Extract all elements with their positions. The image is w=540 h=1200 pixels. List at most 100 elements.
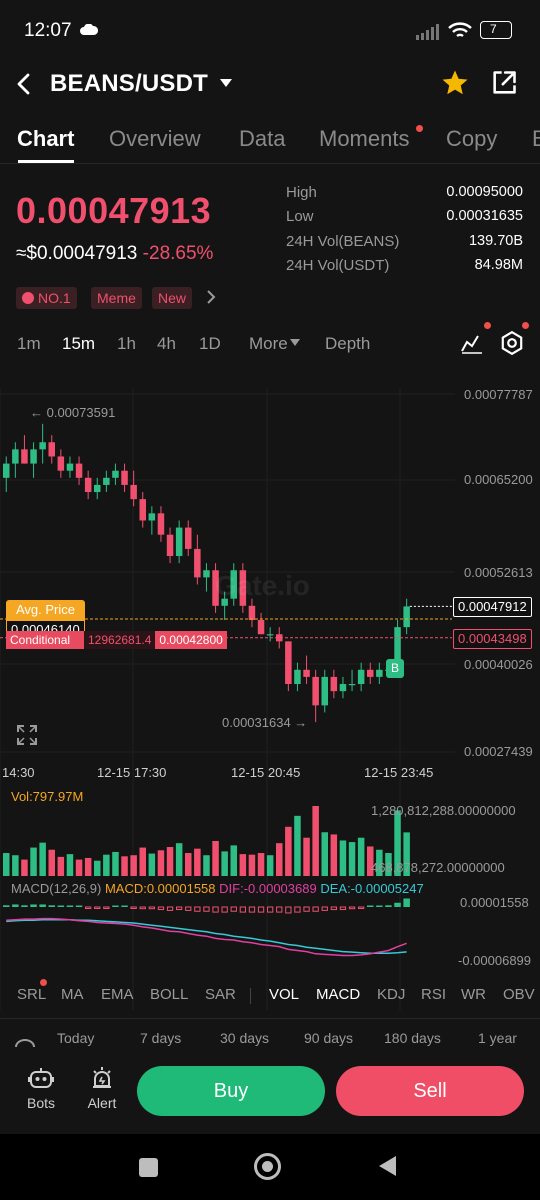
volume-max-tick: 1,280,812,288.00000000 (371, 803, 516, 818)
candle-body (166, 534, 174, 557)
share-icon[interactable] (490, 69, 518, 97)
timeframe-4h[interactable]: 4h (157, 334, 176, 354)
volume-bar (157, 850, 165, 876)
y-tick-1: 0.00065200 (464, 472, 533, 487)
pair-title[interactable]: BEANS/USDT (50, 70, 208, 98)
rank-icon (22, 292, 34, 304)
indicator-macd[interactable]: MACD (316, 986, 360, 1003)
macd-hist-bar (303, 906, 310, 912)
volume-bar (230, 845, 237, 876)
timeframe-more[interactable]: More (249, 334, 288, 354)
volume-bar (276, 843, 283, 876)
tab-bar: Chart Overview Data Moments Copy B (0, 120, 540, 164)
avg-price-tag[interactable]: Avg. Price (6, 600, 86, 620)
indicator-wr[interactable]: WR (461, 986, 486, 1003)
range-1-year[interactable]: 1 year (478, 1030, 517, 1046)
candle-body (12, 449, 19, 464)
range-today[interactable]: Today (57, 1030, 94, 1046)
buy-button[interactable]: Buy (137, 1066, 325, 1116)
indicator-obv[interactable]: OBV (503, 986, 535, 1003)
volume-bar (257, 853, 265, 876)
indicator-kdj[interactable]: KDJ (377, 986, 405, 1003)
timeframe-1m[interactable]: 1m (17, 334, 41, 354)
star-icon[interactable] (440, 68, 470, 98)
candle-body (194, 548, 201, 578)
candle-body (94, 484, 101, 493)
indicator-srl[interactable]: SRL (17, 986, 46, 1003)
candle-body (330, 676, 338, 692)
recents-icon[interactable] (139, 1158, 158, 1177)
macd-hist-bar (121, 905, 128, 907)
macd-hist-bar (57, 905, 65, 907)
back-arrow-icon[interactable] (14, 72, 34, 96)
macd-hist-bar (203, 906, 210, 912)
volume-bar (212, 841, 219, 876)
watermark: Gate.io (215, 570, 310, 601)
indicator-ema[interactable]: EMA (101, 986, 134, 1003)
rank-tag[interactable]: NO.1 (16, 287, 77, 309)
candle-body (130, 484, 137, 500)
candle-body (66, 463, 74, 471)
candle-body (39, 442, 46, 450)
indicator-vol[interactable]: VOL (269, 986, 299, 1003)
conditional-price-box: 0.00043498 (453, 629, 532, 649)
macd-hist-bar (339, 906, 347, 911)
depth-tab[interactable]: Depth (325, 334, 370, 354)
volume-bar (348, 842, 356, 876)
x-tick-2: 12-15 20:45 (231, 765, 301, 780)
candlestick-chart[interactable] (0, 378, 540, 1018)
meme-tag[interactable]: Meme (91, 287, 142, 309)
timeframe-1d[interactable]: 1D (199, 334, 221, 354)
range-30-days[interactable]: 30 days (220, 1030, 269, 1046)
macd-hist-bar (394, 902, 401, 907)
alert-icon (93, 1067, 111, 1088)
last-price: 0.00047913 (16, 190, 212, 231)
avg-price-label: Avg. Price (16, 602, 76, 617)
candle-body (403, 606, 410, 628)
macd-hist-bar (312, 906, 319, 912)
indicator-boll[interactable]: BOLL (150, 986, 188, 1003)
range-90-days[interactable]: 90 days (304, 1030, 353, 1046)
price-usd-row: ≈$0.00047913 -28.65% (16, 243, 213, 265)
range-180-days[interactable]: 180 days (384, 1030, 441, 1046)
volume-mid-tick: 468,878,272.00000000 (371, 860, 505, 875)
back-icon[interactable] (377, 1155, 397, 1177)
timeframe-15m[interactable]: 15m (62, 334, 95, 354)
tab-chart[interactable]: Chart (17, 126, 74, 152)
settings-icon[interactable] (499, 330, 525, 356)
sell-button[interactable]: Sell (336, 1066, 524, 1116)
tab-copy[interactable]: Copy (446, 126, 497, 152)
tab-more[interactable]: B (532, 126, 540, 152)
expand-icon[interactable] (17, 725, 37, 745)
caret-down-icon[interactable] (219, 78, 233, 88)
tab-moments[interactable]: Moments (319, 126, 409, 152)
settings-notification-dot (522, 322, 529, 329)
range-7-days[interactable]: 7 days (140, 1030, 181, 1046)
macd-hist-bar (358, 906, 365, 909)
tab-overview[interactable]: Overview (109, 126, 201, 152)
macd-hist-bar (348, 906, 356, 910)
indicator-rsi[interactable]: RSI (421, 986, 446, 1003)
bots-button[interactable]: Bots (22, 1066, 60, 1111)
moments-notification-dot (416, 125, 423, 132)
alert-button[interactable]: Alert (84, 1066, 120, 1111)
indicator-settings-icon[interactable] (460, 331, 484, 355)
timeframe-1h[interactable]: 1h (117, 334, 136, 354)
conditional-order-bar[interactable]: Conditional 12962681.4 0.00042800 (6, 631, 227, 649)
volume-bar (330, 834, 338, 876)
new-tag[interactable]: New (152, 287, 193, 309)
macd-hist-bar (330, 906, 338, 911)
indicator-sar[interactable]: SAR (205, 986, 236, 1003)
more-caret-icon (290, 339, 300, 346)
candle-body (175, 527, 183, 557)
collapse-arc-icon[interactable] (14, 1038, 36, 1048)
macd-hist-bar (294, 906, 301, 913)
buy-marker[interactable]: B (386, 659, 404, 678)
macd-hist-bar (21, 905, 28, 907)
current-price-box: 0.00047912 (453, 597, 532, 617)
chevron-right-icon[interactable] (205, 289, 217, 305)
volume-bar (21, 859, 28, 876)
indicator-ma[interactable]: MA (61, 986, 84, 1003)
home-icon[interactable] (254, 1153, 281, 1180)
tab-data[interactable]: Data (239, 126, 285, 152)
